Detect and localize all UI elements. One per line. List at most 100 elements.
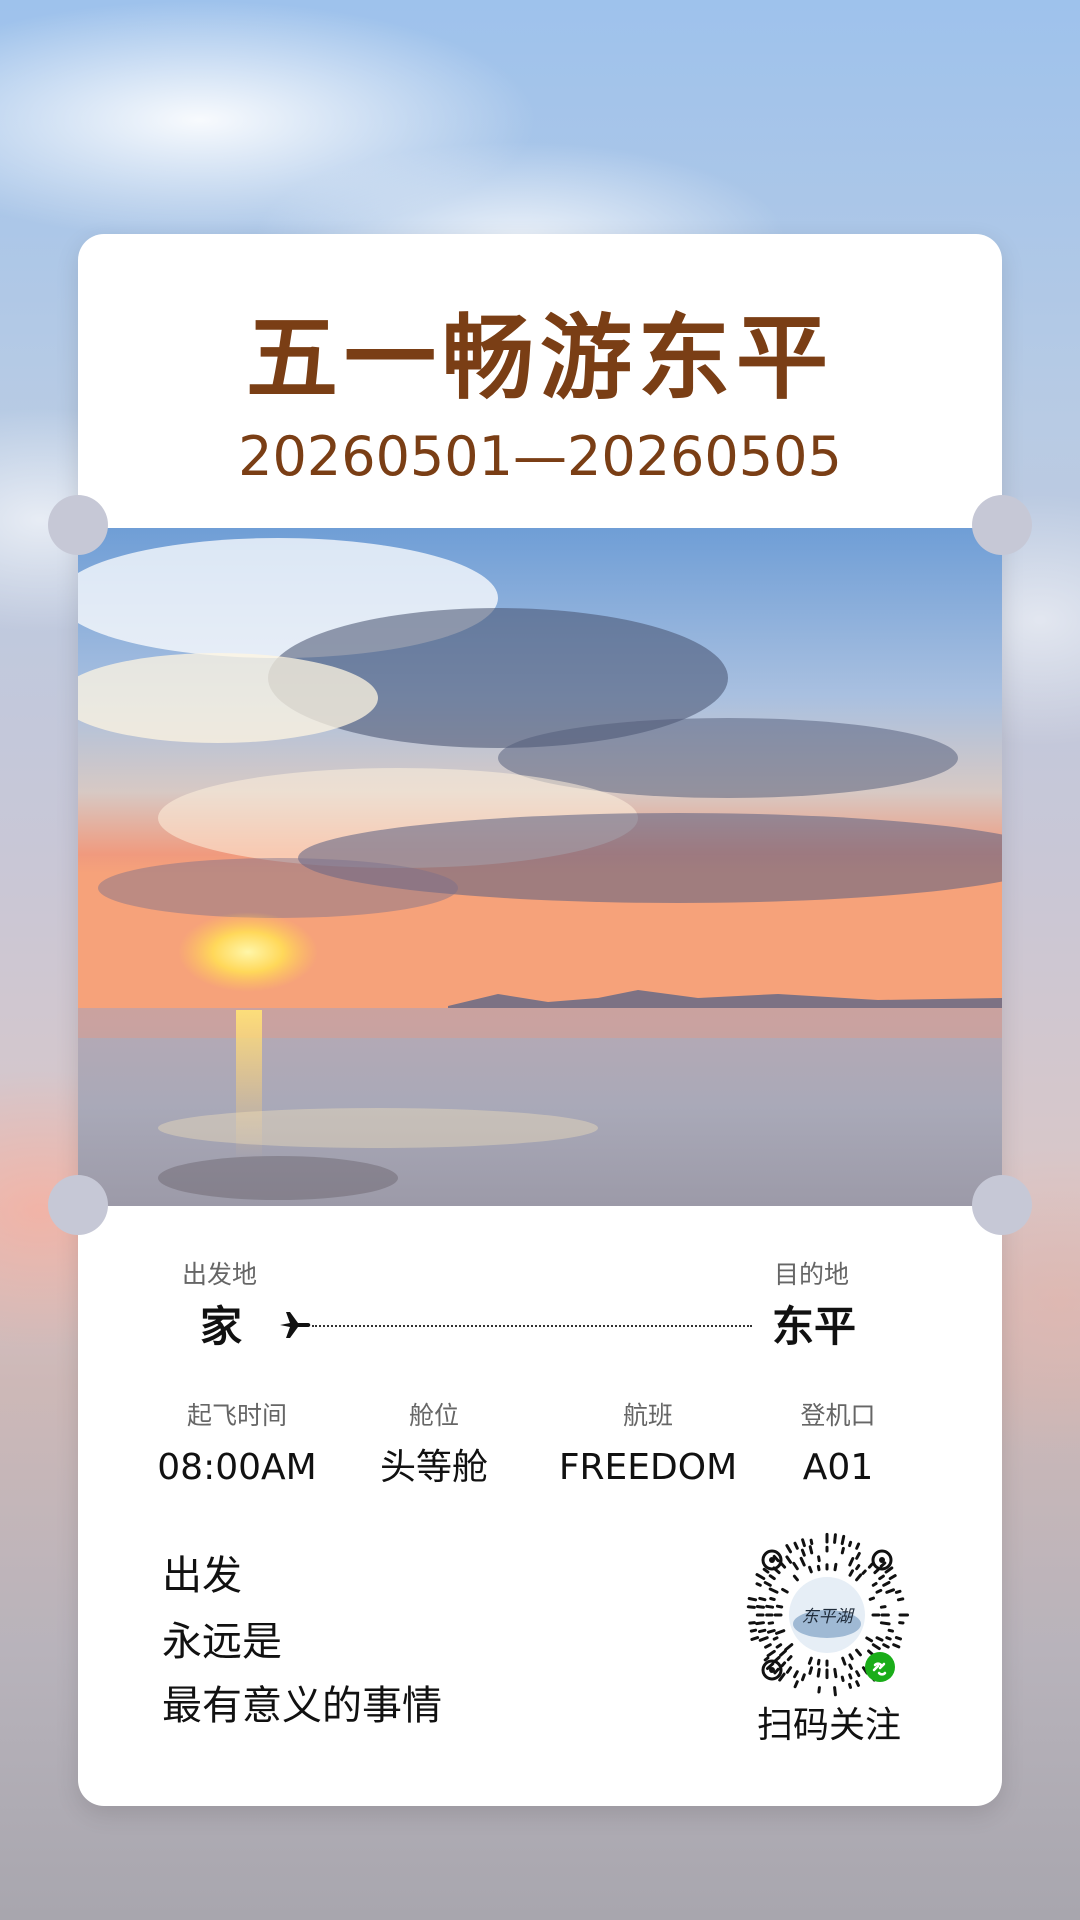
- qr-dot: [801, 1538, 806, 1548]
- qr-dot: [878, 1574, 885, 1581]
- qr-dot: [868, 1596, 875, 1601]
- qr-dot: [780, 1661, 787, 1668]
- route-dotted-line: [312, 1325, 752, 1327]
- qr-dot: [808, 1666, 813, 1675]
- qr-dot: [855, 1670, 861, 1677]
- qr-dot: [894, 1636, 902, 1641]
- qr-dot: [792, 1561, 799, 1571]
- qr-dot: [807, 1656, 813, 1665]
- qr-dot: [765, 1604, 775, 1609]
- cabin-class-value: 头等舱: [379, 1447, 489, 1488]
- qr-dot: [800, 1548, 806, 1557]
- qr-dot: [808, 1545, 814, 1555]
- qr-dot: [885, 1588, 895, 1594]
- origin-value: 家: [200, 1302, 243, 1351]
- gate-value: A01: [802, 1447, 874, 1488]
- qr-dot: [808, 1565, 813, 1574]
- ticket-notch-left-bottom: [48, 1175, 108, 1235]
- qr-dot: [848, 1557, 855, 1567]
- qr-dot: [817, 1686, 821, 1694]
- qr-dot: [848, 1653, 854, 1661]
- qr-dot: [848, 1673, 853, 1680]
- qr-dot: [799, 1556, 806, 1567]
- destination-label: 目的地: [774, 1260, 850, 1289]
- qr-dot: [833, 1562, 838, 1572]
- qr-dot: [817, 1555, 821, 1563]
- qr-dot: [786, 1655, 793, 1662]
- flight-value: FREEDOM: [558, 1447, 738, 1488]
- slogan-line-3: 最有意义的事情: [162, 1683, 442, 1729]
- qr-dot: [816, 1667, 821, 1678]
- scan-follow-caption: 扫码关注: [757, 1705, 902, 1746]
- ticket-notch-right-top: [972, 495, 1032, 555]
- qr-dot: [871, 1582, 878, 1587]
- qr-dot: [763, 1581, 772, 1587]
- qr-dot: [764, 1643, 772, 1649]
- qr-dot: [762, 1567, 770, 1574]
- qr-dot: [793, 1680, 799, 1689]
- qr-dot: [747, 1597, 758, 1602]
- qr-dot: [755, 1582, 762, 1587]
- qr-dot: [867, 1649, 874, 1656]
- qr-dot: [785, 1544, 792, 1554]
- qr-dot: [879, 1605, 887, 1609]
- qr-dot: [875, 1588, 883, 1594]
- qr-dot: [758, 1636, 769, 1642]
- qr-dot: [781, 1587, 789, 1594]
- qr-dot: [882, 1581, 891, 1587]
- qr-dot: [792, 1574, 799, 1582]
- slogan-line-1: 出发: [162, 1553, 242, 1599]
- qr-dot: [816, 1564, 821, 1572]
- qr-dot: [855, 1680, 860, 1687]
- qr-dot: [861, 1569, 867, 1575]
- ticket-notch-right-bottom: [972, 1175, 1032, 1235]
- qr-dot: [848, 1663, 853, 1670]
- qr-dot: [773, 1667, 780, 1675]
- qr-dot: [779, 1649, 787, 1657]
- destination-value: 东平: [772, 1302, 857, 1351]
- qr-dot: [833, 1533, 837, 1544]
- slogan-line-2: 永远是: [162, 1619, 282, 1665]
- origin-label: 出发地: [182, 1260, 258, 1289]
- qr-dot: [848, 1540, 853, 1548]
- qr-dot: [882, 1643, 890, 1649]
- departure-time-label: 起飞时间: [186, 1401, 288, 1430]
- qr-dot: [785, 1666, 793, 1674]
- qr-logo-text: 东平湖: [802, 1607, 856, 1627]
- qr-dot: [748, 1621, 756, 1625]
- qr-dot: [855, 1542, 861, 1550]
- qr-dot: [768, 1587, 779, 1594]
- qr-dot: [888, 1574, 897, 1580]
- qr-dot: [769, 1597, 776, 1601]
- qr-dot: [775, 1643, 783, 1649]
- qr-dot: [784, 1643, 794, 1652]
- qr-dot: [871, 1643, 881, 1651]
- qr-dot: [767, 1629, 776, 1634]
- ticket-notch-left-top: [48, 495, 108, 555]
- qr-dot: [801, 1673, 806, 1682]
- qr-dot: [833, 1667, 838, 1679]
- qr-dot: [840, 1546, 845, 1555]
- qr-dot: [772, 1636, 779, 1641]
- qr-dot: [785, 1555, 793, 1564]
- wechat-qr-code[interactable]: 东平湖: [744, 1532, 910, 1698]
- qr-dot: [746, 1605, 756, 1609]
- qr-dot: [833, 1686, 837, 1697]
- qr-dot: [750, 1636, 760, 1641]
- qr-dot: [841, 1656, 847, 1666]
- gate-label: 登机口: [800, 1401, 876, 1430]
- qr-dot: [749, 1628, 758, 1633]
- qr-dot: [840, 1675, 845, 1682]
- qr-dot: [867, 1562, 874, 1569]
- qr-dot: [887, 1628, 894, 1633]
- qr-dot: [892, 1643, 901, 1649]
- qr-dot: [755, 1573, 766, 1580]
- qr-dot: [758, 1628, 767, 1634]
- qr-dot: [758, 1596, 767, 1602]
- qr-dot: [896, 1597, 905, 1602]
- qr-dot: [855, 1648, 862, 1657]
- poster-title: 五一畅游东平: [245, 304, 834, 412]
- qr-dot: [840, 1534, 846, 1546]
- qr-dot: [763, 1656, 770, 1662]
- airplane-icon: [280, 1312, 311, 1338]
